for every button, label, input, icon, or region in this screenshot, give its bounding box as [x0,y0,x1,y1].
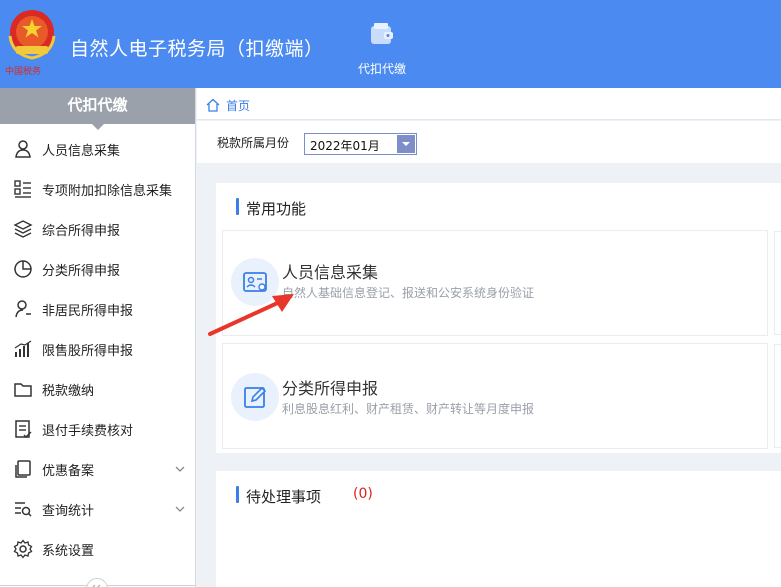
sidebar-item-label: 系统设置 [42,543,95,559]
sidebar-item-special-deduction[interactable]: 专项附加扣除信息采集 [0,169,196,209]
svg-text:中国税务: 中国税务 [5,65,41,77]
sidebar-item-label: 非居民所得申报 [42,303,134,319]
layers-icon [13,220,33,238]
pie-chart-icon [14,260,32,278]
sidebar-item-refund-fee-check[interactable]: 退付手续费核对 [0,409,196,449]
sidebar-item-label: 查询统计 [42,503,95,519]
person-icon [15,140,31,158]
sidebar-item-label: 人员信息采集 [42,143,121,159]
sidebar-item-label: 专项附加扣除信息采集 [42,183,173,199]
chevron-down-icon [175,466,185,472]
func-card-title: 人员信息采集 [282,263,379,282]
sidebar-item-personnel-info[interactable]: 人员信息采集 [0,129,196,169]
sidebar-item-label: 税款缴纳 [42,383,95,399]
id-card-icon [231,258,279,306]
func-card-desc: 利息股息红利、财产租赁、财产转让等月度申报 [282,402,535,416]
wallet-icon [371,23,393,44]
func-card-classified-income[interactable]: 分类所得申报 利息股息红利、财产租赁、财产转让等月度申报 [222,343,768,449]
sidebar-item-comprehensive-income[interactable]: 综合所得申报 [0,209,196,249]
sidebar-item-tax-payment[interactable]: 税款缴纳 [0,369,196,409]
copy-icon [15,460,31,478]
list-grid-icon [14,180,31,198]
search-list-icon [15,502,32,517]
sidebar-heading: 代扣代缴 [0,88,195,130]
common-functions-panel: 常用功能 人员信息采集 自然人基础信息登记、报送和公安系统身份验证 分类所得申报… [216,183,781,453]
func-card-partial[interactable] [774,231,781,335]
sidebar-collapse-button[interactable] [86,578,108,587]
dropdown-arrow-icon[interactable] [397,135,415,153]
gear-icon [13,539,33,559]
document-check-icon [15,420,32,438]
bar-chart-icon [14,340,32,357]
sidebar-item-label: 分类所得申报 [42,263,121,279]
func-card-partial[interactable] [774,344,781,448]
pending-items-panel: 待处理事项 (0) [216,471,781,587]
sidebar-item-preferential-filing[interactable]: 优惠备案 [0,449,196,489]
sidebar-item-label: 优惠备案 [42,463,95,479]
sidebar-heading-label: 代扣代缴 [67,96,128,114]
breadcrumb: 首页 [197,88,781,120]
home-icon[interactable] [206,98,220,112]
chevron-down-icon [175,506,185,512]
sidebar-item-label: 限售股所得申报 [42,343,134,359]
sidebar-item-query-statistics[interactable]: 查询统计 [0,489,196,529]
double-chevron-icon [92,584,101,587]
sidebar-item-restricted-stock[interactable]: 限售股所得申报 [0,329,196,369]
section-title-common: 常用功能 [236,198,306,219]
tax-month-label: 税款所属月份 [217,136,290,150]
sidebar-item-label: 综合所得申报 [42,223,121,239]
func-card-title: 分类所得申报 [282,379,379,398]
func-card-desc: 自然人基础信息登记、报送和公安系统身份验证 [282,286,535,300]
sidebar-item-classified-income[interactable]: 分类所得申报 [0,249,196,289]
func-card-personnel-info[interactable]: 人员信息采集 自然人基础信息登记、报送和公安系统身份验证 [222,230,768,336]
sidebar: 代扣代缴 人员信息采集 专项附加扣除信息采集 综合所得申报 分类所得申报 非居民… [0,88,196,587]
top-nav-label: 代扣代缴 [357,62,406,76]
user-outline-icon [15,300,31,318]
sidebar-item-system-settings[interactable]: 系统设置 [0,529,196,569]
tax-month-select[interactable]: 2022年01月 [304,133,417,155]
breadcrumb-home-link[interactable]: 首页 [226,97,250,114]
sidebar-item-nonresident-income[interactable]: 非居民所得申报 [0,289,196,329]
app-header: 中国税务 自然人电子税务局（扣缴端） 代扣代缴 [0,0,781,88]
pending-count: (0) [353,486,373,502]
top-nav-withholding[interactable]: 代扣代缴 [346,20,418,80]
section-title-pending: 待处理事项 [236,486,321,507]
filter-bar: 税款所属月份 2022年01月 [197,121,781,163]
tax-emblem-logo: 中国税务 [5,10,56,77]
folder-icon [14,383,32,397]
tax-month-value: 2022年01月 [310,139,380,153]
sidebar-item-label: 退付手续费核对 [42,423,134,439]
edit-icon [231,373,279,421]
app-title: 自然人电子税务局（扣缴端） [70,38,324,60]
